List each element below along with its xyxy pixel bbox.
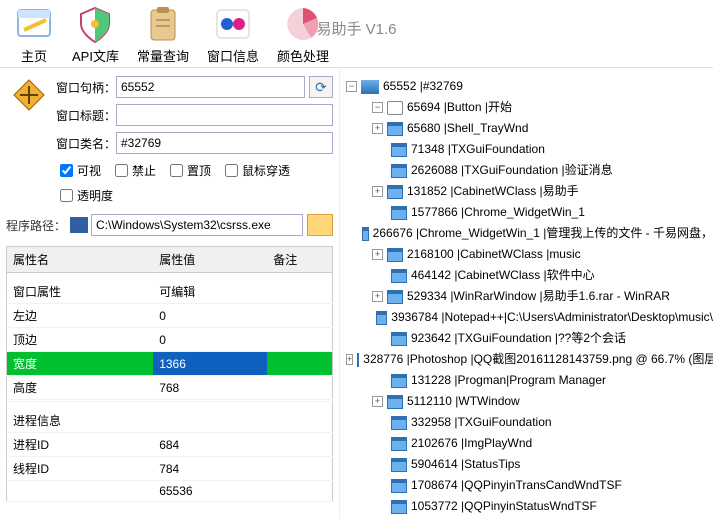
table-row[interactable]: 顶边0 [7, 328, 333, 352]
window-icon [391, 500, 407, 514]
window-icon [391, 437, 407, 451]
tree-node[interactable]: 464142 |CabinetWClass |软件中心 [346, 265, 713, 286]
title-label: 窗口标题： [46, 107, 116, 124]
toolbar-const[interactable]: 常量查询 [137, 4, 189, 65]
tree-node[interactable]: 332958 |TXGuiFoundation [346, 412, 713, 433]
tree-node[interactable]: +529334 |WinRarWindow |易助手1.6.rar - WinR… [346, 286, 713, 307]
path-label: 程序路径： [6, 217, 66, 234]
window-icon [391, 416, 407, 430]
window-icon [391, 269, 407, 283]
home-icon [14, 4, 54, 44]
table-row[interactable]: 线程ID784 [7, 457, 333, 481]
tree-node[interactable]: 2102676 |ImgPlayWnd [346, 433, 713, 454]
monitor-icon [70, 217, 88, 233]
class-label: 窗口类名： [46, 135, 116, 152]
toolbar-window[interactable]: 窗口信息 [207, 4, 259, 65]
collapse-icon[interactable]: − [346, 81, 357, 92]
window-icon [387, 290, 403, 304]
window-icon [376, 311, 387, 325]
col-value[interactable]: 属性值 [153, 247, 267, 273]
tree-node[interactable]: 923642 |TXGuiFoundation |??等2个会话 [346, 328, 713, 349]
col-name[interactable]: 属性名 [7, 247, 154, 273]
crosshair-icon[interactable] [12, 78, 46, 115]
handle-input[interactable] [116, 76, 305, 98]
expander-icon[interactable]: + [372, 396, 383, 407]
table-row[interactable]: 左边0 [7, 304, 333, 328]
table-row[interactable]: 进程信息 [7, 402, 333, 433]
refresh-button[interactable]: ⟳ [309, 76, 333, 98]
app-title: 易助手 V1.6 [316, 18, 396, 39]
window-icon [391, 206, 407, 220]
browse-button[interactable] [307, 214, 333, 236]
title-input[interactable] [116, 104, 333, 126]
tree-root[interactable]: − 65552 |#32769 [346, 76, 713, 97]
table-row[interactable]: 65536 [7, 481, 333, 502]
window-icon [387, 101, 403, 115]
tree-node[interactable]: 1708674 |QQPinyinTransCandWndTSF [346, 475, 713, 496]
tree-node[interactable]: +5112110 |WTWindow [346, 391, 713, 412]
tree-panel: − 65552 |#32769 −65694 |Button |开始+65680… [340, 68, 713, 519]
class-input[interactable] [116, 132, 333, 154]
tree-node[interactable]: 5904614 |StatusTips [346, 454, 713, 475]
tree-node[interactable]: 1577866 |Chrome_WidgetWin_1 [346, 202, 713, 223]
window-icon [387, 122, 403, 136]
check-transparent[interactable]: 透明度 [60, 187, 113, 204]
window-icon [391, 143, 407, 157]
tree-node[interactable]: 2626088 |TXGuiFoundation |验证消息 [346, 160, 713, 181]
handle-label: 窗口句柄： [46, 79, 116, 96]
expander-icon[interactable]: + [372, 123, 383, 134]
expander-icon[interactable]: + [372, 249, 383, 260]
window-icon [391, 479, 407, 493]
tree-node[interactable]: +65680 |Shell_TrayWnd [346, 118, 713, 139]
window-icon [387, 395, 403, 409]
check-forbid[interactable]: 禁止 [115, 162, 156, 179]
desktop-icon [361, 80, 379, 94]
left-panel: 窗口句柄： ⟳ 窗口标题： 窗口类名： 可视 禁止 置顶 鼠标穿透 透明度 程序… [0, 68, 340, 519]
table-row[interactable]: 窗口属性可编辑 [7, 273, 333, 304]
tree-node[interactable]: 71348 |TXGuiFoundation [346, 139, 713, 160]
window-icon [391, 374, 407, 388]
check-mousepass[interactable]: 鼠标穿透 [225, 162, 290, 179]
expander-icon[interactable]: + [372, 186, 383, 197]
toolbar-home[interactable]: 主页 [14, 4, 54, 65]
tree-node[interactable]: +131852 |CabinetWClass |易助手 [346, 181, 713, 202]
expander-icon[interactable]: + [372, 291, 383, 302]
check-visible[interactable]: 可视 [60, 162, 101, 179]
clipboard-icon [143, 4, 183, 44]
expander-icon[interactable]: + [346, 354, 353, 365]
tree-node[interactable]: −65694 |Button |开始 [346, 97, 713, 118]
flickr-icon [213, 4, 253, 44]
table-row[interactable]: 宽度1366 [7, 352, 333, 376]
toolbar-api[interactable]: API文库 [72, 4, 119, 65]
tree-node[interactable]: 1053772 |QQPinyinStatusWndTSF [346, 496, 713, 517]
col-note[interactable]: 备注 [267, 247, 332, 273]
tree-node[interactable]: 3936784 |Notepad++|C:\Users\Administrato… [346, 307, 713, 328]
window-icon [357, 353, 359, 367]
property-table: 属性名 属性值 备注 窗口属性可编辑左边0顶边0宽度1366高度768进程信息进… [6, 246, 333, 502]
window-icon [387, 248, 403, 262]
window-icon [391, 458, 407, 472]
tree-node[interactable]: 266676 |Chrome_WidgetWin_1 |管理我上传的文件 - 千… [346, 223, 713, 244]
window-icon [391, 164, 407, 178]
table-row[interactable]: 进程ID684 [7, 433, 333, 457]
check-topmost[interactable]: 置顶 [170, 162, 211, 179]
tree-node[interactable]: +328776 |Photoshop |QQ截图20161128143759.p… [346, 349, 713, 370]
expander-icon[interactable]: − [372, 102, 383, 113]
tree-node[interactable]: +2168100 |CabinetWClass |music [346, 244, 713, 265]
window-icon [387, 185, 403, 199]
shield-icon [75, 4, 115, 44]
path-input[interactable] [91, 214, 303, 236]
window-icon [391, 332, 407, 346]
tree-node[interactable]: 131228 |Progman|Program Manager [346, 370, 713, 391]
table-row[interactable]: 高度768 [7, 376, 333, 400]
window-icon [362, 227, 368, 241]
